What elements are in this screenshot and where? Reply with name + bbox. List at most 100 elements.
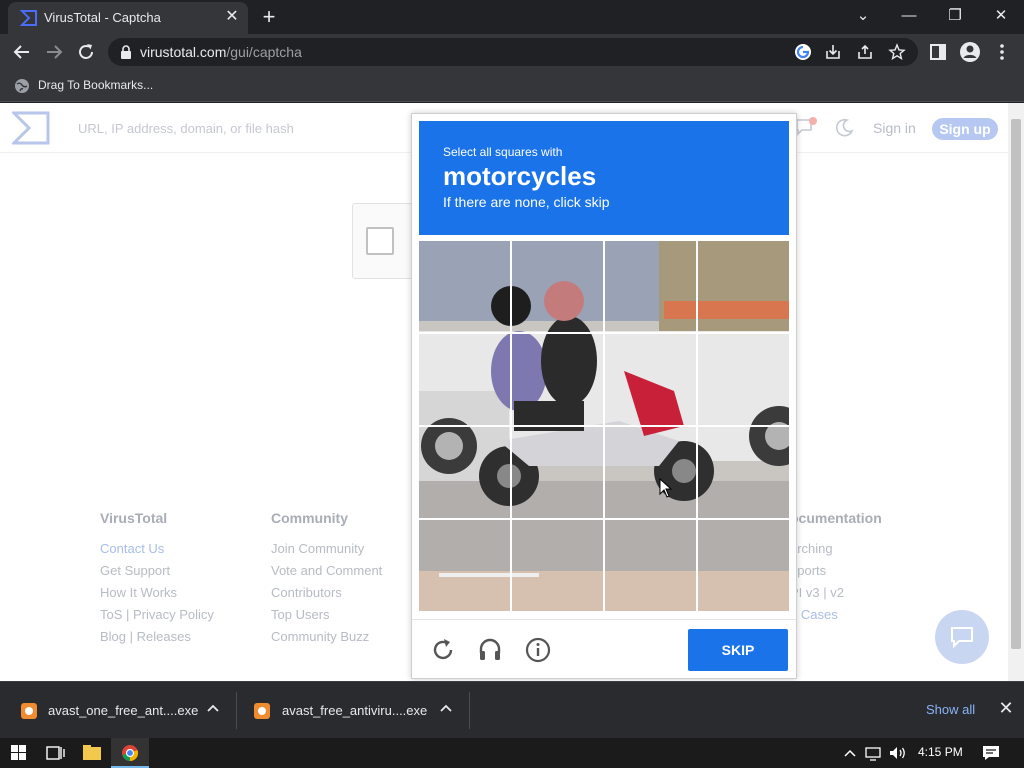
side-panel-icon[interactable] bbox=[926, 40, 950, 64]
footer-link[interactable]: Get Support bbox=[100, 563, 170, 578]
captcha-target-object: motorcycles bbox=[443, 161, 597, 191]
captcha-instruction-sub: If there are none, click skip bbox=[443, 194, 610, 210]
chrome-icon bbox=[122, 745, 139, 762]
footer-heading-community: Community bbox=[271, 510, 348, 526]
captcha-tile[interactable] bbox=[698, 241, 789, 334]
tab-search-icon[interactable]: ⌄ bbox=[845, 4, 881, 28]
network-icon[interactable] bbox=[864, 745, 884, 761]
recaptcha-checkbox[interactable] bbox=[366, 227, 394, 255]
volume-icon[interactable] bbox=[888, 745, 908, 761]
browser-toolbar: virustotal.com/gui/captcha bbox=[0, 34, 1024, 70]
signin-link[interactable]: Sign in bbox=[873, 120, 916, 136]
footer-link[interactable]: e Cases bbox=[790, 607, 838, 622]
tab-strip: VirusTotal - Captcha ✕ + ⌄ — ❐ ✕ bbox=[0, 0, 1024, 34]
captcha-tile[interactable] bbox=[605, 427, 698, 520]
bookmark-item[interactable]: Drag To Bookmarks... bbox=[38, 78, 153, 92]
dark-mode-icon[interactable] bbox=[834, 118, 854, 138]
footer-link[interactable]: Contributors bbox=[271, 585, 342, 600]
search-input[interactable]: URL, IP address, domain, or file hash bbox=[78, 121, 294, 136]
virustotal-favicon-icon bbox=[20, 10, 37, 26]
download-shelf: avast_one_free_ant....exe avast_free_ant… bbox=[0, 681, 1024, 738]
captcha-image-grid bbox=[419, 241, 789, 611]
menu-kebab-icon[interactable] bbox=[990, 40, 1014, 64]
file-explorer-icon[interactable] bbox=[73, 738, 111, 768]
profile-icon[interactable] bbox=[958, 40, 982, 64]
restore-icon[interactable]: ❐ bbox=[937, 4, 973, 28]
back-icon[interactable] bbox=[10, 40, 34, 64]
notifications-icon[interactable] bbox=[795, 117, 817, 137]
tray-chevron-up-icon[interactable] bbox=[843, 746, 857, 760]
captcha-instructions: Select all squares with motorcycles If t… bbox=[419, 121, 789, 235]
taskbar-clock[interactable]: 4:15 PM bbox=[918, 745, 963, 759]
mouse-cursor-icon bbox=[659, 478, 673, 498]
footer-link[interactable]: ToS | Privacy Policy bbox=[100, 607, 214, 622]
skip-button[interactable]: SKIP bbox=[688, 629, 788, 671]
captcha-tile[interactable] bbox=[698, 334, 789, 427]
lock-icon[interactable] bbox=[120, 45, 132, 59]
captcha-tile[interactable] bbox=[419, 520, 512, 611]
tab-close-icon[interactable]: ✕ bbox=[222, 7, 242, 27]
show-all-downloads-link[interactable]: Show all bbox=[926, 702, 975, 717]
chat-icon bbox=[951, 627, 973, 648]
footer-heading-virustotal: VirusTotal bbox=[100, 510, 168, 526]
footer-link[interactable]: Blog | Releases bbox=[100, 629, 191, 644]
avast-file-icon bbox=[21, 703, 37, 719]
chevron-up-icon[interactable] bbox=[206, 702, 220, 716]
captcha-instruction-line: Select all squares with bbox=[443, 145, 563, 159]
captcha-tile[interactable] bbox=[419, 427, 512, 520]
captcha-tile[interactable] bbox=[419, 241, 512, 334]
minimize-icon[interactable]: — bbox=[891, 4, 927, 28]
bookmark-star-icon[interactable] bbox=[888, 43, 906, 61]
footer-link[interactable]: Community Buzz bbox=[271, 629, 369, 644]
captcha-tile[interactable] bbox=[512, 334, 605, 427]
download-file-name: avast_one_free_ant....exe bbox=[48, 703, 199, 718]
chat-button[interactable] bbox=[935, 610, 989, 664]
browser-tab[interactable]: VirusTotal - Captcha ✕ bbox=[8, 2, 248, 34]
footer-link[interactable]: Top Users bbox=[271, 607, 330, 622]
captcha-tile[interactable] bbox=[605, 334, 698, 427]
captcha-tile[interactable] bbox=[512, 241, 605, 334]
google-icon[interactable] bbox=[794, 43, 812, 61]
bookmarks-bar: Drag To Bookmarks... bbox=[0, 70, 1024, 102]
captcha-tile[interactable] bbox=[512, 520, 605, 611]
download-item[interactable]: avast_free_antiviru....exe bbox=[237, 682, 469, 739]
footer-link[interactable]: Contact Us bbox=[100, 541, 164, 556]
divider bbox=[469, 692, 470, 729]
address-bar[interactable]: virustotal.com/gui/captcha bbox=[108, 38, 918, 66]
close-shelf-icon[interactable]: ✕ bbox=[998, 699, 1014, 717]
footer-link[interactable]: Vote and Comment bbox=[271, 563, 382, 578]
reload-icon[interactable] bbox=[74, 40, 98, 64]
captcha-tile[interactable] bbox=[605, 241, 698, 334]
close-window-icon[interactable]: ✕ bbox=[983, 4, 1019, 28]
chevron-up-icon[interactable] bbox=[439, 702, 453, 716]
signup-button[interactable]: Sign up bbox=[932, 118, 998, 140]
install-icon[interactable] bbox=[824, 43, 842, 61]
captcha-challenge: Select all squares with motorcycles If t… bbox=[411, 113, 797, 679]
avast-file-icon bbox=[254, 703, 270, 719]
new-tab-icon[interactable]: + bbox=[258, 6, 280, 28]
url-text: virustotal.com/gui/captcha bbox=[140, 44, 302, 60]
notifications-center-icon[interactable] bbox=[982, 745, 1000, 761]
share-icon[interactable] bbox=[856, 43, 874, 61]
download-item[interactable]: avast_one_free_ant....exe bbox=[0, 682, 236, 739]
footer-link[interactable]: How It Works bbox=[100, 585, 177, 600]
chrome-taskbar-button[interactable] bbox=[111, 738, 149, 768]
tab-title: VirusTotal - Captcha bbox=[44, 10, 161, 25]
forward-icon[interactable] bbox=[42, 40, 66, 64]
globe-icon bbox=[15, 79, 29, 93]
captcha-tile[interactable] bbox=[698, 520, 789, 611]
scrollbar-thumb[interactable] bbox=[1011, 119, 1021, 649]
virustotal-logo-icon[interactable] bbox=[12, 111, 50, 145]
captcha-tile[interactable] bbox=[512, 427, 605, 520]
task-view-icon[interactable] bbox=[36, 738, 74, 768]
footer-link[interactable]: Join Community bbox=[271, 541, 364, 556]
windows-start-icon[interactable] bbox=[0, 738, 38, 768]
audio-challenge-icon[interactable] bbox=[476, 636, 504, 664]
captcha-tile[interactable] bbox=[419, 334, 512, 427]
reload-challenge-icon[interactable] bbox=[429, 636, 457, 664]
captcha-tile[interactable] bbox=[605, 520, 698, 611]
info-icon[interactable] bbox=[524, 636, 552, 664]
captcha-tile[interactable] bbox=[698, 427, 789, 520]
footer-link[interactable]: PI v3 | v2 bbox=[790, 585, 844, 600]
footer-heading-documentation: ocumentation bbox=[790, 510, 882, 526]
